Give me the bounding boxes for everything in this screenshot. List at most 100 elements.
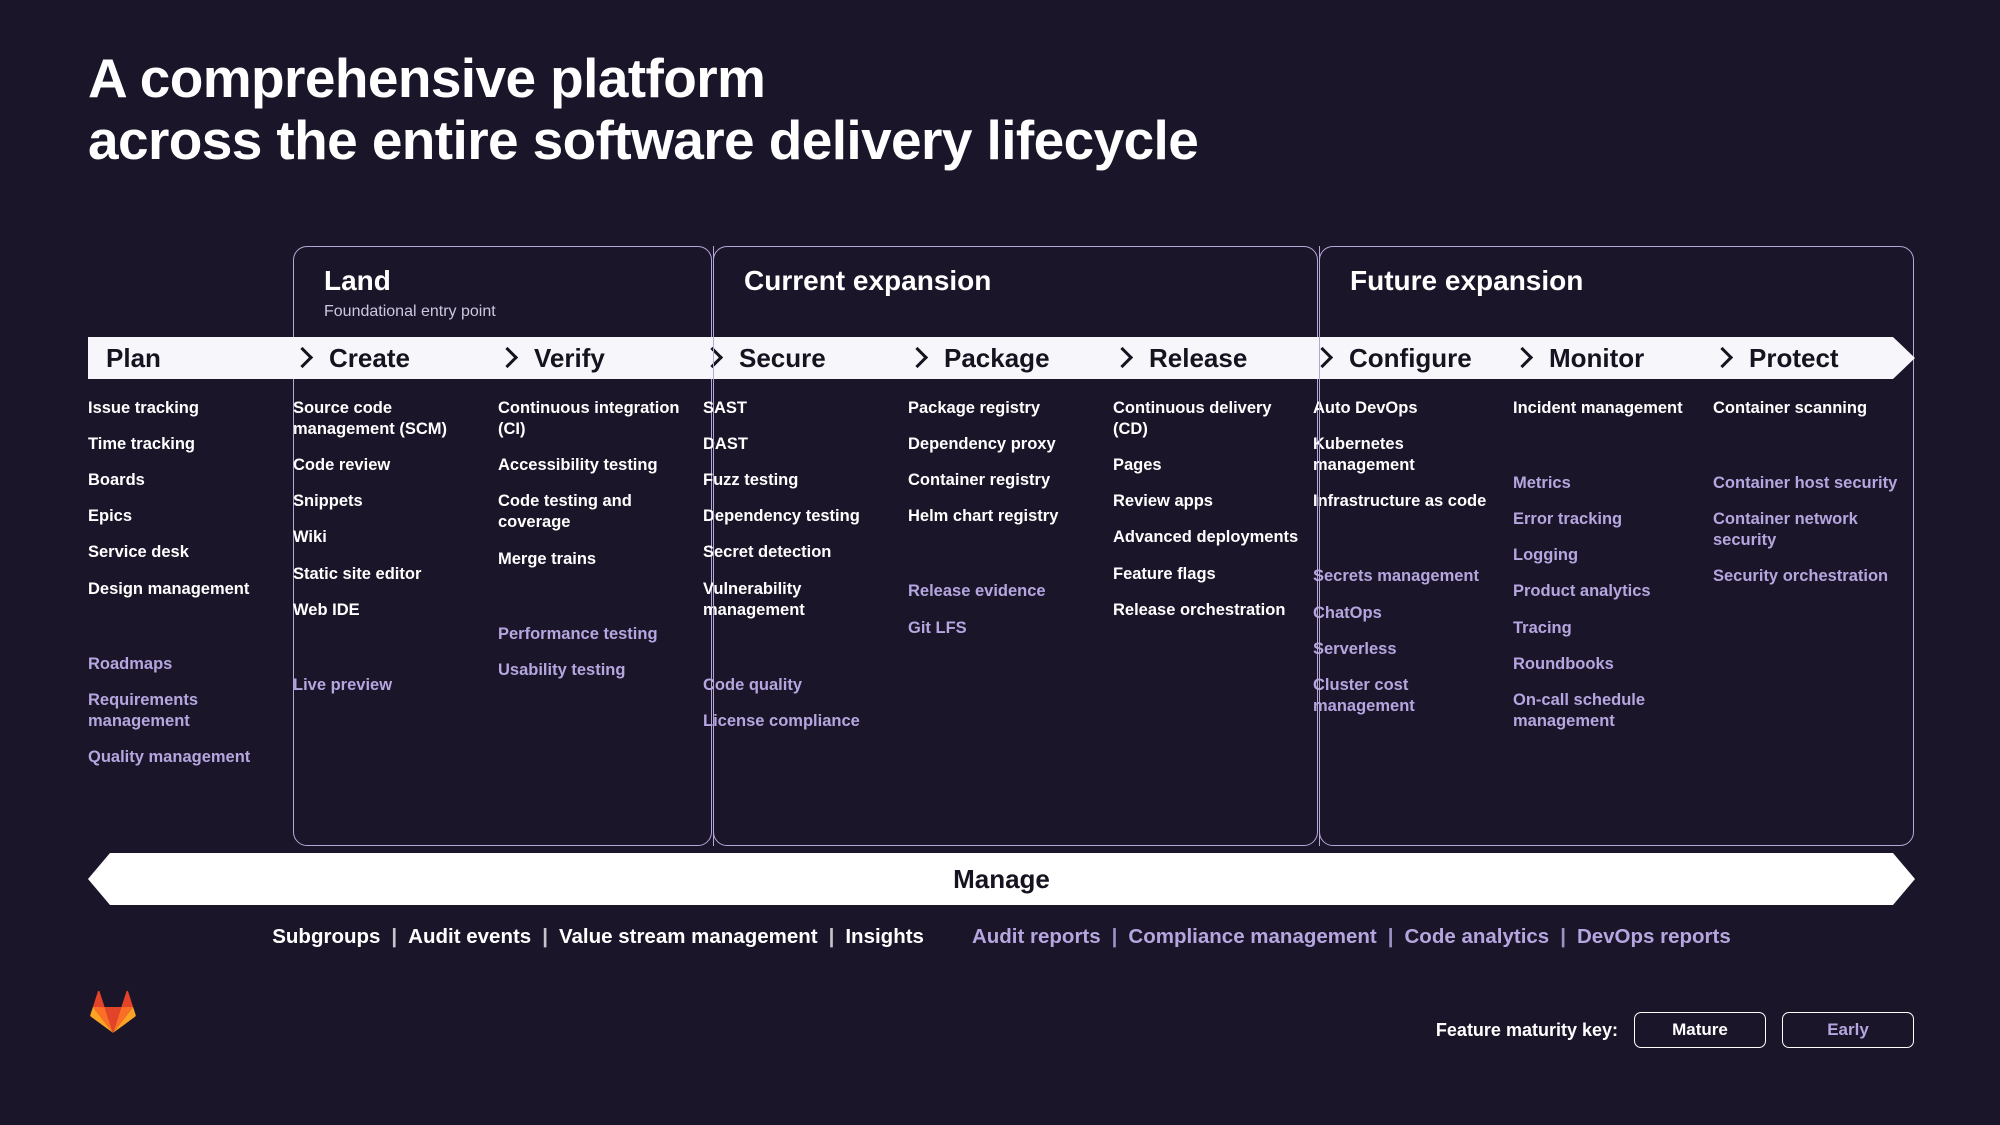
feature-item-early: Error tracking <box>1513 510 1623 529</box>
chevron-right-icon <box>1713 347 1735 369</box>
stage-label: Plan <box>106 343 161 373</box>
feature-item-mature: Source code management (SCM) <box>293 399 448 439</box>
stage-cell-list: Plan Create Verify Secure Package Release Conf… <box>88 337 1915 379</box>
chevron-right-icon <box>293 347 315 369</box>
manage-link-mature[interactable]: Subgroups <box>261 925 391 949</box>
feature-item-mature: Container registry <box>908 471 1051 490</box>
maturity-gap <box>293 636 484 675</box>
feature-item-mature: Continuous delivery (CD) <box>1113 399 1272 439</box>
feature-column-plan: Issue tracking Time tracking Boards Epics Se… <box>88 398 293 846</box>
stage-tab-monitor[interactable]: Monitor <box>1513 337 1713 379</box>
page-title: A comprehensive platform across the enti… <box>88 47 1199 171</box>
feature-item-mature: Accessibility testing <box>498 456 658 475</box>
feature-item-early: Roundbooks <box>1513 654 1614 673</box>
feature-item-mature: DAST <box>703 435 748 454</box>
feature-item-mature: Auto DevOps <box>1313 399 1418 417</box>
manage-link-separator: | <box>1387 925 1394 948</box>
stage-tab-protect[interactable]: Protect <box>1713 337 1915 379</box>
manage-link-mature[interactable]: Insights <box>834 925 935 949</box>
feature-columns: Issue tracking Time tracking Boards Epics Se… <box>88 398 1915 846</box>
feature-item-early: ChatOps <box>1313 603 1382 622</box>
maturity-gap <box>1513 434 1699 473</box>
feature-item-mature: Secret detection <box>703 543 832 562</box>
group-title-land: Land <box>324 265 391 296</box>
stage-label: Protect <box>1749 343 1839 373</box>
manage-label: Manage <box>953 864 1050 894</box>
stage-label: Release <box>1149 343 1248 373</box>
feature-item-early: Container host security <box>1713 474 1898 493</box>
maturity-gap <box>1713 434 1901 473</box>
manage-bar: Manage <box>88 853 1915 905</box>
feature-item-early: Tracing <box>1513 618 1572 637</box>
feature-item-early: Roadmaps <box>88 654 173 673</box>
feature-item-mature: Incident management <box>1513 399 1683 417</box>
feature-item-mature: Package registry <box>908 399 1041 417</box>
feature-column-configure: Auto DevOps Kubernetes management Infrastr… <box>1313 398 1513 846</box>
feature-item-early: Serverless <box>1313 639 1397 658</box>
feature-item-mature: Advanced deployments <box>1113 528 1299 547</box>
feature-item-mature: SAST <box>703 399 748 417</box>
stage-tab-plan[interactable]: Plan <box>88 337 293 379</box>
manage-link-mature[interactable]: Audit events <box>397 925 542 949</box>
stage-label: Secure <box>739 343 826 373</box>
page-title-line-1: A comprehensive platform <box>88 47 766 109</box>
feature-item-mature: Merge trains <box>498 549 597 568</box>
feature-item-early: Usability testing <box>498 660 626 679</box>
maturity-gap <box>88 615 279 654</box>
feature-item-mature: Issue tracking <box>88 399 199 417</box>
feature-item-early: Quality management <box>88 747 251 766</box>
feature-item-mature: Service desk <box>88 543 189 562</box>
feature-item-early: Performance testing <box>498 624 658 643</box>
maturity-gap <box>908 542 1099 581</box>
stage-label: Create <box>329 343 410 373</box>
feature-item-mature: Feature flags <box>1113 564 1216 583</box>
group-title-future-expansion: Future expansion <box>1350 265 1584 296</box>
stage-tab-release[interactable]: Release <box>1113 337 1313 379</box>
maturity-chip-mature: Mature <box>1634 1012 1766 1048</box>
chevron-right-icon <box>1513 347 1535 369</box>
feature-item-early: Product analytics <box>1513 582 1651 601</box>
feature-item-mature: Vulnerability management <box>703 579 805 619</box>
manage-link-early[interactable]: Compliance management <box>1117 925 1387 949</box>
manage-link-early[interactable]: Audit reports <box>961 925 1112 949</box>
manage-link-early[interactable]: DevOps reports <box>1566 925 1742 949</box>
group-title-current-expansion: Current expansion <box>744 265 992 296</box>
feature-item-early: Container network security <box>1713 510 1858 550</box>
feature-item-mature: Kubernetes management <box>1313 435 1415 475</box>
feature-item-mature: Container scanning <box>1713 399 1868 417</box>
manage-links-row: Subgroups | Audit events | Value stream mana… <box>88 925 1915 949</box>
manage-link-separator: | <box>1560 925 1566 948</box>
feature-item-mature: Infrastructure as code <box>1313 492 1487 511</box>
feature-item-early: Cluster cost management <box>1313 675 1415 715</box>
maturity-gap <box>498 585 689 624</box>
stage-label: Configure <box>1349 343 1472 373</box>
feature-item-mature: Design management <box>88 579 250 598</box>
feature-item-mature: Snippets <box>293 492 363 511</box>
maturity-gap <box>703 636 894 675</box>
stage-tab-verify[interactable]: Verify <box>498 337 703 379</box>
feature-item-mature: Dependency testing <box>703 507 860 526</box>
feature-item-mature: Epics <box>88 507 133 526</box>
stage-tab-configure[interactable]: Configure <box>1313 337 1513 379</box>
feature-column-monitor: Incident management Metrics Error tracking… <box>1513 398 1713 846</box>
stage-tab-package[interactable]: Package <box>908 337 1113 379</box>
feature-item-mature: Wiki <box>293 528 327 547</box>
feature-maturity-key: Feature maturity key: Mature Early <box>1436 1012 1914 1048</box>
feature-item-early: Secrets management <box>1313 567 1479 586</box>
gitlab-tanuki-logo <box>90 990 136 1034</box>
manage-link-mature[interactable]: Value stream management <box>548 925 829 949</box>
manage-link-early[interactable]: Code analytics <box>1394 925 1561 949</box>
feature-column-secure: SAST DAST Fuzz testing Dependency testing Se… <box>703 398 908 846</box>
feature-column-release: Continuous delivery (CD) Pages Review apps… <box>1113 398 1313 846</box>
feature-item-mature: Dependency proxy <box>908 435 1056 454</box>
manage-link-separator: | <box>1111 925 1118 948</box>
feature-item-mature: Web IDE <box>293 600 360 619</box>
feature-column-package: Package registry Dependency proxy Containe… <box>908 398 1113 846</box>
feature-item-mature: Continuous integration (CI) <box>498 399 680 439</box>
chevron-right-icon <box>908 347 930 369</box>
feature-item-early: Git LFS <box>908 618 967 637</box>
stage-tab-create[interactable]: Create <box>293 337 498 379</box>
feature-column-protect: Container scanning Container host securit… <box>1713 398 1915 846</box>
group-subtitle-land: Foundational entry point <box>324 303 496 320</box>
stage-tab-secure[interactable]: Secure <box>703 337 908 379</box>
